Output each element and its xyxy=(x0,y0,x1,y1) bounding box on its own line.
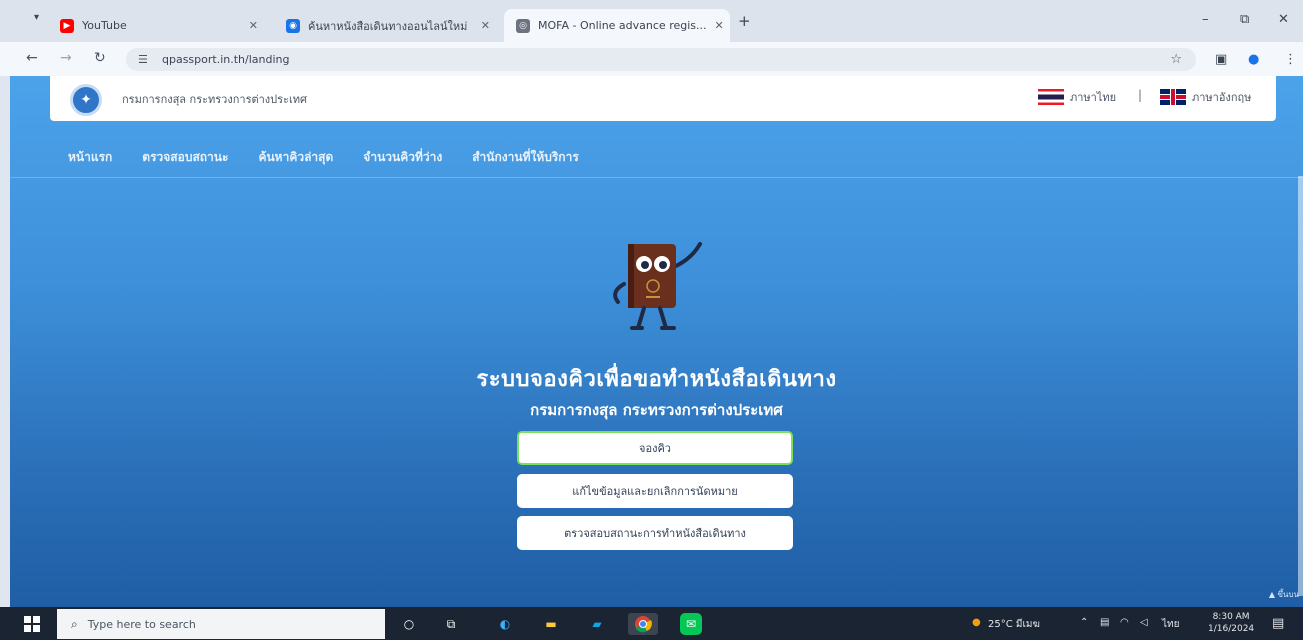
uk-flag-icon xyxy=(1160,89,1186,105)
store-icon[interactable]: ▰ xyxy=(586,613,608,635)
sidepanel-icon[interactable]: ▣ xyxy=(1215,52,1227,67)
search-icon: ⌕ xyxy=(71,616,78,631)
check-status-button[interactable]: ตรวจสอบสถานะการทำหนังสือเดินทาง xyxy=(517,516,793,550)
profile-icon[interactable]: ● xyxy=(1248,52,1259,67)
task-view-icon[interactable]: ⧉ xyxy=(440,613,462,635)
tray-chevron-icon[interactable]: ⌃ xyxy=(1080,617,1088,628)
tab-title: ค้นหาหนังสือเดินทางออนไลน์ใหม่ xyxy=(308,19,468,33)
edit-appointment-button[interactable]: แก้ไขข้อมูลและยกเลิกการนัดหมาย xyxy=(517,474,793,508)
youtube-icon: ▶ xyxy=(60,18,74,33)
clock-date: 1/16/2024 xyxy=(1208,624,1255,634)
line-app-icon[interactable]: ✉ xyxy=(680,613,702,635)
lang-thai-link[interactable]: ภาษาไทย xyxy=(1038,88,1116,106)
page-scrollbar[interactable] xyxy=(1298,176,1303,596)
weather-text[interactable]: 25°C มีเมฆ xyxy=(988,617,1040,632)
wifi-icon[interactable]: ◠ xyxy=(1120,617,1129,628)
back-icon[interactable]: ← xyxy=(26,50,38,66)
forward-icon[interactable]: → xyxy=(60,50,72,66)
browser-toolbar: ← → ↻ ☰ qpassport.in.th/landing ☆ ▣ ● ⋮ xyxy=(0,42,1303,76)
menu-kebab-icon[interactable]: ⋮ xyxy=(1284,52,1297,67)
nav-check-status[interactable]: ตรวจสอบสถานะ xyxy=(142,148,228,167)
tab-close-icon[interactable]: ✕ xyxy=(241,19,258,32)
bookmark-star-icon[interactable]: ☆ xyxy=(1170,48,1182,71)
tab-close-icon[interactable]: ✕ xyxy=(707,19,724,32)
site-info-icon[interactable]: ☰ xyxy=(138,48,148,71)
taskbar-search-input[interactable]: ⌕ Type here to search xyxy=(57,609,385,639)
maximize-button[interactable]: ⧉ xyxy=(1240,12,1249,27)
lang-separator: | xyxy=(1138,88,1143,102)
tab-title: MOFA - Online advance regis... xyxy=(538,19,707,32)
search-placeholder: Type here to search xyxy=(87,617,196,631)
tab-passport-search[interactable]: ◉ ค้นหาหนังสือเดินทางออนไลน์ใหม่ ✕ xyxy=(274,9,502,42)
org-name: กรมการกงสุล กระทรวงการต่างประเทศ xyxy=(122,93,307,106)
tab-title: YouTube xyxy=(82,19,127,32)
close-window-button[interactable]: ✕ xyxy=(1278,12,1289,27)
consular-logo-icon[interactable]: ✦ xyxy=(70,84,102,116)
url-text: qpassport.in.th/landing xyxy=(162,53,290,66)
site-header: ✦ กรมการกงสุล กระทรวงการต่างประเทศ ภาษาไ… xyxy=(50,76,1276,121)
edge-icon[interactable]: ◐ xyxy=(494,613,516,635)
file-explorer-icon[interactable]: ▬ xyxy=(540,613,562,635)
web-page: ✦ กรมการกงสุล กระทรวงการต่างประเทศ ภาษาไ… xyxy=(10,76,1303,607)
input-language[interactable]: ไทย xyxy=(1162,617,1179,632)
notification-icon[interactable]: ▤ xyxy=(1272,616,1284,631)
cortana-icon[interactable]: ○ xyxy=(398,613,420,635)
tab-close-icon[interactable]: ✕ xyxy=(473,19,490,32)
tab-youtube[interactable]: ▶ YouTube ✕ xyxy=(48,9,270,42)
main-nav: หน้าแรก ตรวจสอบสถานะ ค้นหาคิวล่าสุด จำนว… xyxy=(68,148,579,167)
minimize-button[interactable]: – xyxy=(1202,12,1209,27)
book-queue-button[interactable]: จองคิว xyxy=(517,431,793,465)
chrome-logo-icon xyxy=(635,616,652,633)
chrome-icon[interactable] xyxy=(628,613,658,635)
network-icon[interactable]: ▤ xyxy=(1100,617,1109,628)
clock-time: 8:30 AM xyxy=(1212,612,1250,622)
lang-english-label: ภาษาอังกฤษ xyxy=(1192,91,1252,104)
nav-home[interactable]: หน้าแรก xyxy=(68,148,112,167)
windows-start-icon[interactable] xyxy=(24,616,40,632)
browser-tab-strip: ▾ ▶ YouTube ✕ ◉ ค้นหาหนังสือเดินทางออนไล… xyxy=(0,0,1303,42)
tab-mofa-active[interactable]: ◎ MOFA - Online advance regis... ✕ xyxy=(504,9,730,42)
new-tab-button[interactable]: + xyxy=(738,12,751,30)
hero-subtitle: กรมการกงสุล กระทรวงการต่างประเทศ xyxy=(530,401,783,419)
lang-thai-label: ภาษาไทย xyxy=(1070,91,1117,104)
nav-divider xyxy=(10,177,1303,178)
weather-icon[interactable]: ● xyxy=(972,617,981,628)
hero-title: ระบบจองคิวเพื่อขอทำหนังสือเดินทาง xyxy=(476,367,837,392)
passport-mascot-icon xyxy=(613,242,702,330)
volume-icon[interactable]: ◁ xyxy=(1140,617,1148,628)
globe-icon: ◎ xyxy=(516,18,530,33)
nav-available-queue[interactable]: จำนวนคิวที่ว่าง xyxy=(363,148,442,167)
windows-taskbar: ⌕ Type here to search ○ ⧉ ◐ ▬ ▰ ✉ ● 25°C… xyxy=(0,607,1303,640)
nav-service-offices[interactable]: สำนักงานที่ให้บริการ xyxy=(472,148,579,167)
nav-latest-queue[interactable]: ค้นหาคิวล่าสุด xyxy=(258,148,333,167)
tab-search-icon[interactable]: ▾ xyxy=(34,12,39,23)
taskbar-clock[interactable]: 8:30 AM 1/16/2024 xyxy=(1208,611,1254,635)
reload-icon[interactable]: ↻ xyxy=(94,50,106,66)
person-icon: ◉ xyxy=(286,18,300,33)
address-bar[interactable]: ☰ qpassport.in.th/landing ☆ xyxy=(126,48,1196,71)
thai-flag-icon xyxy=(1038,89,1064,105)
lang-english-link[interactable]: ภาษาอังกฤษ xyxy=(1160,88,1251,106)
back-to-top-link[interactable]: ▲ ขึ้นบน xyxy=(1269,588,1299,601)
